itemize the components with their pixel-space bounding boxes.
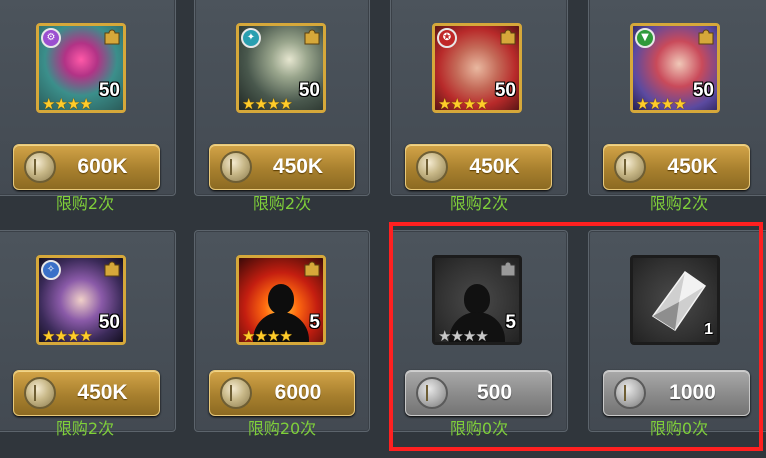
price-label: 450K xyxy=(469,155,520,178)
hero-portrait[interactable]: ▼ 50 ★★★★ xyxy=(630,23,720,113)
coin-icon xyxy=(24,151,56,183)
star-rating: ★★★★ xyxy=(42,327,93,345)
buy-button[interactable]: 500 xyxy=(405,370,552,416)
price-label: 6000 xyxy=(274,381,322,404)
random-hero-portrait[interactable]: 5 ★★★★ xyxy=(236,255,326,345)
puzzle-icon xyxy=(500,261,516,277)
puzzle-icon xyxy=(304,29,320,45)
shop-item-5[interactable]: ✧ 50 ★★★★ 450K 限购2次 xyxy=(0,230,176,438)
hero-portrait[interactable]: ✧ 50 ★★★★ xyxy=(36,255,126,345)
buy-button[interactable]: 450K xyxy=(603,144,750,190)
level-label: 50 xyxy=(98,80,120,101)
hero-portrait[interactable]: ✪ 50 ★★★★ xyxy=(432,23,522,113)
puzzle-icon xyxy=(500,29,516,45)
buy-button[interactable]: 450K xyxy=(13,370,160,416)
shop-item-3[interactable]: ✪ 50 ★★★★ 450K 限购2次 xyxy=(390,0,568,213)
star-rating: ★★★★ xyxy=(636,95,687,113)
faction-icon: ✪ xyxy=(437,28,457,48)
level-label: 50 xyxy=(98,312,120,333)
purchase-limit-label: 限购2次 xyxy=(449,194,509,213)
level-label: 5 xyxy=(505,312,516,333)
buy-button[interactable]: 1000 xyxy=(603,370,750,416)
coin-icon xyxy=(614,377,646,409)
price-label: 450K xyxy=(667,155,718,178)
puzzle-icon xyxy=(698,29,714,45)
faction-icon: ▼ xyxy=(635,28,655,48)
coin-icon xyxy=(220,151,252,183)
shop-item-4[interactable]: ▼ 50 ★★★★ 450K 限购2次 xyxy=(588,0,766,213)
buy-button[interactable]: 450K xyxy=(209,144,355,190)
hero-portrait[interactable]: ✦ 50 ★★★★ xyxy=(236,23,326,113)
crystal-item-frame[interactable]: 1 xyxy=(630,255,720,345)
purchase-limit-label: 限购2次 xyxy=(252,194,312,213)
coin-icon xyxy=(416,377,448,409)
crystal-icon xyxy=(651,270,707,332)
item-count-label: 1 xyxy=(704,321,713,338)
purchase-limit-label: 限购2次 xyxy=(55,419,115,438)
shop-item-8[interactable]: 1 1000 限购0次 xyxy=(588,230,766,438)
star-rating: ★★★★ xyxy=(242,327,293,345)
shop-item-1[interactable]: ⚙ 50 ★★★★ 600K 限购2次 xyxy=(0,0,176,213)
coin-icon xyxy=(416,151,448,183)
hero-portrait[interactable]: ⚙ 50 ★★★★ xyxy=(36,23,126,113)
shop-item-7[interactable]: 5 ★★★★ 500 限购0次 xyxy=(390,230,568,438)
price-label: 1000 xyxy=(669,381,716,404)
purchase-limit-label: 限购0次 xyxy=(649,419,709,438)
purchase-limit-label: 限购20次 xyxy=(247,419,317,438)
random-hero-portrait[interactable]: 5 ★★★★ xyxy=(432,255,522,345)
faction-icon: ✦ xyxy=(241,28,261,48)
buy-button[interactable]: 600K xyxy=(13,144,160,190)
level-label: 50 xyxy=(494,80,516,101)
puzzle-icon xyxy=(104,261,120,277)
shop-item-2[interactable]: ✦ 50 ★★★★ 450K 限购2次 xyxy=(194,0,370,213)
buy-button[interactable]: 450K xyxy=(405,144,552,190)
coin-icon xyxy=(220,377,252,409)
purchase-limit-label: 限购2次 xyxy=(649,194,709,213)
level-label: 50 xyxy=(692,80,714,101)
puzzle-icon xyxy=(104,29,120,45)
star-rating: ★★★★ xyxy=(42,95,93,113)
price-label: 500 xyxy=(476,381,513,404)
faction-icon: ⚙ xyxy=(41,28,61,48)
price-label: 600K xyxy=(77,155,128,178)
purchase-limit-label: 限购2次 xyxy=(55,194,115,213)
puzzle-icon xyxy=(304,261,320,277)
purchase-limit-label: 限购0次 xyxy=(449,419,509,438)
coin-icon xyxy=(24,377,56,409)
level-label: 50 xyxy=(298,80,320,101)
faction-icon: ✧ xyxy=(41,260,61,280)
buy-button[interactable]: 6000 xyxy=(209,370,355,416)
price-label: 450K xyxy=(77,381,128,404)
star-rating: ★★★★ xyxy=(242,95,293,113)
star-rating: ★★★★ xyxy=(438,327,489,345)
star-rating: ★★★★ xyxy=(438,95,489,113)
level-label: 5 xyxy=(309,312,320,333)
shop-item-6[interactable]: 5 ★★★★ 6000 限购20次 xyxy=(194,230,370,438)
price-label: 450K xyxy=(272,155,324,178)
coin-icon xyxy=(614,151,646,183)
